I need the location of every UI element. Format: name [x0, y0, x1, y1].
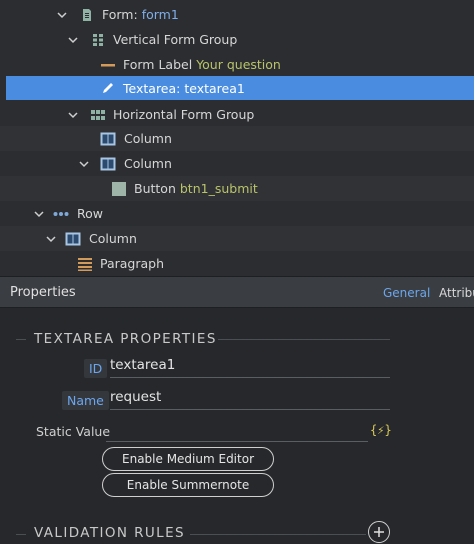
tree-item-column[interactable]: Column: [0, 226, 474, 251]
tree-item-label: Form:: [102, 7, 138, 22]
tree-item-horizontal-form-group[interactable]: Horizontal Form Group: [0, 102, 474, 127]
name-label: Name: [62, 391, 109, 410]
column-icon: [100, 132, 116, 146]
column-icon: [65, 232, 81, 246]
tab-general[interactable]: General: [383, 286, 430, 300]
tree-item-label: Textarea: textarea1: [123, 80, 245, 96]
properties-header: Properties General Attribu: [0, 276, 474, 308]
plus-icon: [374, 527, 384, 537]
tree-item-label: Column: [124, 156, 172, 171]
enable-summernote-button[interactable]: Enable Summernote: [102, 473, 274, 497]
tree-item-label: Column: [89, 231, 137, 246]
section-divider: [16, 534, 26, 535]
chevron-down-icon[interactable]: [45, 233, 57, 245]
tree-item-form[interactable]: Form: form1: [0, 2, 474, 27]
tree-item-textarea[interactable]: Textarea: textarea1: [6, 76, 474, 100]
column-icon: [100, 157, 116, 171]
edit-icon: [101, 81, 115, 95]
tree-item-label: Column: [124, 131, 172, 146]
chevron-down-icon[interactable]: [67, 109, 79, 121]
tree-item-label: Horizontal Form Group: [113, 107, 255, 122]
dynamic-data-icon[interactable]: {⚡}: [370, 423, 392, 437]
id-label: ID: [84, 359, 108, 378]
tree-item-label: Form Label: [123, 57, 193, 72]
tree-item-paragraph[interactable]: Paragraph: [0, 251, 474, 276]
chevron-down-icon[interactable]: [33, 208, 45, 220]
name-field[interactable]: request: [110, 388, 390, 410]
tree-item-label: Row: [77, 206, 103, 221]
tree-item-label: Vertical Form Group: [113, 32, 238, 47]
section-divider: [218, 339, 390, 340]
form-icon: [80, 8, 94, 22]
tree-item-column[interactable]: Column: [0, 151, 474, 176]
chevron-down-icon[interactable]: [67, 34, 79, 46]
row-icon: [53, 207, 69, 221]
button-icon: [112, 181, 126, 196]
horizontal-group-icon: [91, 108, 105, 122]
chevron-down-icon[interactable]: [78, 158, 90, 170]
static-value-label: Static Value: [36, 424, 111, 439]
tree-item-label: Button: [134, 181, 176, 196]
tree-item-sub: form1: [141, 7, 179, 22]
structure-tree: Form: form1 Vertical Form Group Form Lab…: [0, 0, 474, 276]
tree-item-button[interactable]: Button btn1_submit: [0, 176, 474, 201]
tree-item-sub: Your question: [196, 57, 281, 72]
tree-item-sub: btn1_submit: [179, 181, 258, 196]
tab-attributes[interactable]: Attribu: [439, 286, 474, 300]
chevron-down-icon[interactable]: [56, 9, 68, 21]
static-value-field[interactable]: [106, 420, 368, 442]
id-field[interactable]: textarea1: [110, 356, 390, 378]
add-rule-button[interactable]: [368, 521, 390, 543]
properties-title: Properties: [10, 285, 76, 300]
section-divider: [190, 534, 366, 535]
paragraph-icon: [78, 257, 92, 271]
label-line-icon: [101, 58, 115, 72]
tree-item-row[interactable]: Row: [0, 201, 474, 226]
tree-item-label: Paragraph: [100, 256, 165, 271]
tree-item-column[interactable]: Column: [0, 126, 474, 151]
validation-title: VALIDATION RULES: [34, 525, 185, 541]
section-title: TEXTAREA PROPERTIES: [34, 331, 217, 347]
enable-medium-editor-button[interactable]: Enable Medium Editor: [102, 447, 274, 471]
properties-panel: TEXTAREA PROPERTIES ID textarea1 Name re…: [0, 308, 474, 544]
vertical-group-icon: [91, 33, 105, 47]
section-divider: [16, 339, 26, 340]
tree-item-vertical-form-group[interactable]: Vertical Form Group: [0, 27, 474, 52]
tree-item-form-label[interactable]: Form Label Your question: [0, 52, 474, 77]
